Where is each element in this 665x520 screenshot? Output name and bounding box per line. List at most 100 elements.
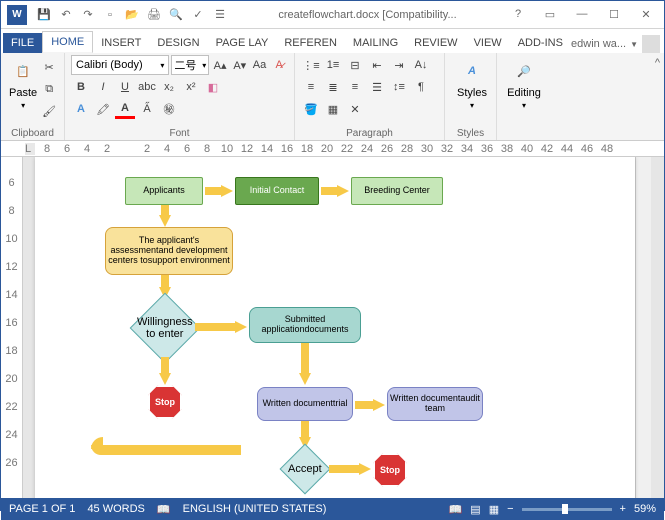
enclose-icon[interactable]: ㊙ [159,99,179,119]
preview-icon[interactable]: 🔍 [167,6,185,24]
quickprint-icon[interactable]: 🖨 [145,6,163,24]
tab-references[interactable]: REFEREN [276,33,345,53]
numbering-icon[interactable]: 1≡ [323,55,343,75]
close-icon[interactable]: ✕ [634,8,658,21]
underline-icon[interactable]: U [115,77,135,97]
ribbon-display-icon[interactable]: ▭ [538,8,562,21]
vertical-ruler[interactable]: 68101214161820222426 [1,157,23,498]
flow-breeding-center[interactable]: Breeding Center [351,177,443,205]
zoom-thumb[interactable] [562,504,568,514]
show-marks-icon[interactable]: ¶ [411,77,431,97]
editing-button[interactable]: 🔎 Editing ▾ [503,55,545,112]
spell-icon[interactable]: ✓ [189,6,207,24]
tab-page-layout[interactable]: PAGE LAY [208,33,277,53]
flow-applicants[interactable]: Applicants [125,177,203,205]
flow-stop-1[interactable]: Stop [148,385,182,419]
new-icon[interactable]: ▫ [101,6,119,24]
font-size-combo[interactable]: 二号▾ [171,55,209,75]
shading-icon[interactable]: 🪣 [301,99,321,119]
undo-icon[interactable]: ↶ [57,6,75,24]
change-case-icon[interactable]: Aa [251,55,269,75]
word-icon: W [7,5,27,25]
open-icon[interactable]: 📂 [123,6,141,24]
increase-indent-icon[interactable]: ⇥ [389,55,409,75]
arrow-connector [161,357,169,373]
superscript-icon[interactable]: x² [181,77,201,97]
flow-initial-contact[interactable]: Initial Contact [235,177,319,205]
tab-view[interactable]: VIEW [466,33,510,53]
text-effects-icon[interactable]: A [71,99,91,119]
clear-format-icon[interactable]: A̷ [270,55,288,75]
align-right-icon[interactable]: ≡ [345,77,365,97]
status-words[interactable]: 45 WORDS [87,503,144,515]
status-page[interactable]: PAGE 1 OF 1 [9,503,75,515]
touch-icon[interactable]: ☰ [211,6,229,24]
flow-stop-2[interactable]: Stop [373,453,407,487]
line-spacing-icon[interactable]: ↕≡ [389,77,409,97]
zoom-in-icon[interactable]: + [620,503,626,515]
decrease-indent-icon[interactable]: ⇤ [367,55,387,75]
tab-design[interactable]: DESIGN [149,33,207,53]
horizontal-ruler[interactable]: L 86422468101214161820222426283032343638… [1,141,664,157]
flow-willingness[interactable]: Willingness to enter [130,293,201,364]
bullets-icon[interactable]: ⋮≡ [301,55,321,75]
align-center-icon[interactable]: ≣ [323,77,343,97]
subscript-icon[interactable]: x₂ [159,77,179,97]
read-mode-icon[interactable]: 📖 [449,503,463,516]
italic-icon[interactable]: I [93,77,113,97]
borders-icon[interactable]: ▦ [323,99,343,119]
tab-addins[interactable]: ADD-INS [510,33,571,53]
eraser-icon[interactable]: ◧ [203,77,223,97]
arrow-down-icon [159,215,171,227]
minimize-icon[interactable]: — [570,8,594,21]
tab-home[interactable]: HOME [42,31,93,53]
help-icon[interactable]: ? [506,8,530,21]
shrink-font-icon[interactable]: A▾ [231,55,249,75]
justify-icon[interactable]: ☰ [367,77,387,97]
paste-button[interactable]: 📋 Paste ▾ [7,55,39,121]
flow-submitted[interactable]: Submitted applicationdocuments [249,307,361,343]
save-icon[interactable]: 💾 [35,6,53,24]
font-color-icon[interactable]: A [115,99,135,119]
sort-icon[interactable]: A↓ [411,55,431,75]
zoom-out-icon[interactable]: − [507,503,513,515]
multilevel-icon[interactable]: ⊟ [345,55,365,75]
grow-font-icon[interactable]: A▴ [211,55,229,75]
web-layout-icon[interactable]: ▦ [489,503,499,516]
highlight-icon[interactable]: 🖍 [93,99,113,119]
tab-mailing[interactable]: MAILING [345,33,406,53]
flow-assessment[interactable]: The applicant's assessmentand developmen… [105,227,233,275]
format-painter-icon[interactable]: 🖌 [39,101,59,121]
document-page[interactable]: Applicants Initial Contact Breeding Cent… [35,157,635,498]
copy-icon[interactable]: ⧉ [39,79,59,99]
tab-review[interactable]: REVIEW [406,33,465,53]
proofing-icon[interactable]: 📖 [157,503,171,516]
redo-icon[interactable]: ↷ [79,6,97,24]
arrow-right-icon [337,185,349,197]
status-language[interactable]: ENGLISH (UNITED STATES) [183,503,327,515]
arrow-right-icon [359,463,371,475]
font-name-combo[interactable]: Calibri (Body)▾ [71,55,169,75]
flow-accept[interactable]: Accept [280,444,331,495]
user-account[interactable]: edwin wa... ▼ [571,35,660,53]
collapse-ribbon-icon[interactable]: ^ [651,53,664,140]
snap-icon[interactable]: ✕ [345,99,365,119]
print-layout-icon[interactable]: ▤ [470,503,480,516]
flow-written-audit[interactable]: Written documentaudit team [387,387,483,421]
zoom-level[interactable]: 59% [634,503,656,515]
chevron-down-icon: ▾ [470,101,474,110]
flow-written-trial[interactable]: Written documenttrial [257,387,353,421]
maximize-icon[interactable]: ☐ [602,8,626,21]
tab-file[interactable]: FILE [3,33,42,53]
group-clipboard: 📋 Paste ▾ ✂ ⧉ 🖌 Clipboard [1,53,65,140]
bold-icon[interactable]: B [71,77,91,97]
align-left-icon[interactable]: ≡ [301,77,321,97]
phonetic-icon[interactable]: A̋ [137,99,157,119]
tab-insert[interactable]: INSERT [93,33,149,53]
arrow-connector [355,401,373,409]
vertical-scrollbar[interactable] [635,157,651,498]
strike-icon[interactable]: abc [137,77,157,97]
styles-button[interactable]: A Styles ▾ [451,55,493,112]
cut-icon[interactable]: ✂ [39,57,59,77]
zoom-slider[interactable] [522,508,612,511]
